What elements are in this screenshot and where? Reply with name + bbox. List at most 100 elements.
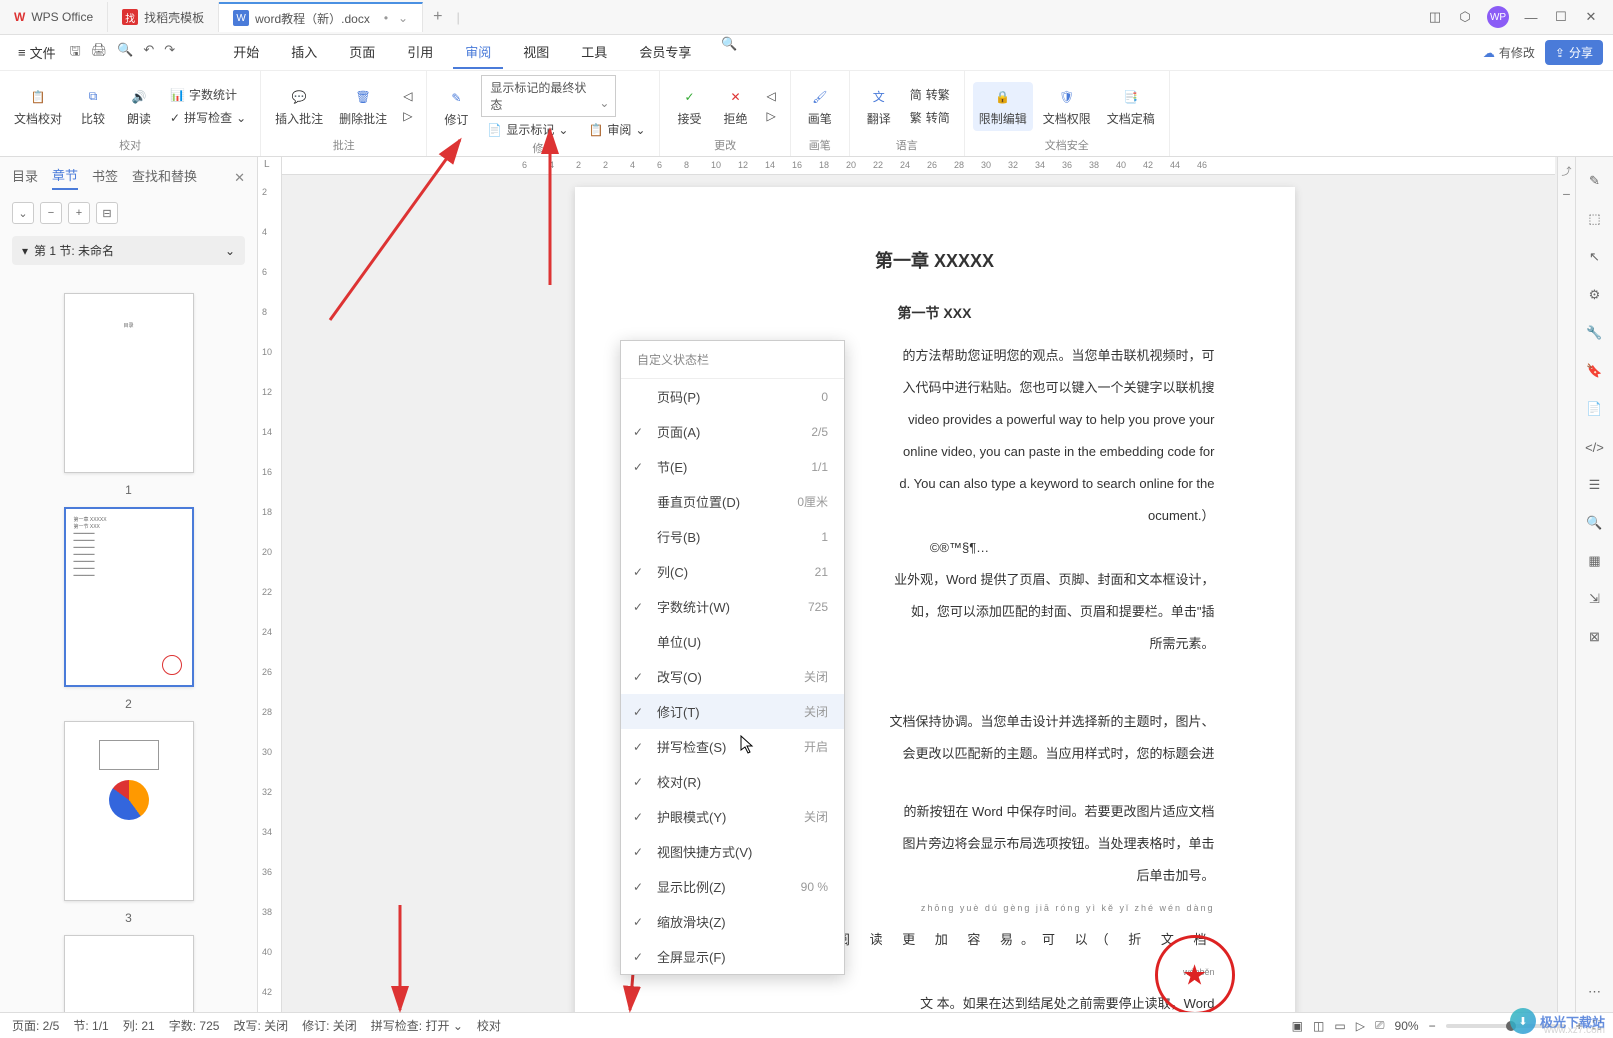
page-thumbnail[interactable]: 目录: [64, 293, 194, 473]
export-icon[interactable]: ⇲: [1585, 589, 1605, 609]
close-icon[interactable]: ⊠: [1585, 627, 1605, 647]
prev-change-button[interactable]: ◁: [760, 87, 781, 105]
status-spellcheck[interactable]: 拼写检查: 打开 ⌄: [371, 1017, 463, 1034]
review-pane-button[interactable]: 📋审阅⌄: [582, 119, 651, 140]
ink-button[interactable]: 🖌画笔: [799, 82, 841, 131]
context-item-9[interactable]: ✓修订(T)关闭: [621, 694, 844, 729]
tab-templates[interactable]: 找 找稻壳模板: [108, 2, 219, 32]
context-item-4[interactable]: 行号(B)1: [621, 519, 844, 554]
bookmark-icon[interactable]: 🔖: [1585, 361, 1605, 381]
maximize-icon[interactable]: ☐: [1553, 9, 1569, 25]
nav-tab-sections[interactable]: 章节: [52, 165, 78, 190]
next-change-button[interactable]: ▷: [760, 107, 781, 125]
context-item-7[interactable]: 单位(U): [621, 624, 844, 659]
tab-add-button[interactable]: +: [423, 8, 452, 26]
zoom-icon[interactable]: 🔍: [1585, 513, 1605, 533]
play-icon[interactable]: ▷: [1356, 1019, 1365, 1033]
share-button[interactable]: ⇪分享: [1545, 40, 1603, 65]
code-icon[interactable]: </>: [1585, 437, 1605, 457]
menu-tab-member[interactable]: 会员专享: [627, 36, 703, 69]
panel-tool-plus[interactable]: +: [68, 202, 90, 224]
edit-icon[interactable]: ✎: [1585, 171, 1605, 191]
window-layout-icon[interactable]: ◫: [1427, 9, 1443, 25]
menu-tab-tools[interactable]: 工具: [569, 36, 619, 69]
context-item-8[interactable]: ✓改写(O)关闭: [621, 659, 844, 694]
panel-close-icon[interactable]: ✕: [234, 170, 245, 186]
document-scroll[interactable]: 第一章 XXXXX 第一节 XXX 的方法帮助您证明您的观点。当您单击联机视频时…: [282, 157, 1557, 1012]
page-thumbnail[interactable]: [64, 935, 194, 1012]
context-item-0[interactable]: 页码(P)0: [621, 379, 844, 414]
page-thumbnail[interactable]: [64, 721, 194, 901]
user-avatar[interactable]: WP: [1487, 6, 1509, 28]
show-markup-button[interactable]: 📄显示标记⌄: [481, 119, 574, 140]
cursor-icon[interactable]: ↖: [1585, 247, 1605, 267]
tab-close-icon[interactable]: •: [384, 11, 388, 25]
insert-comment-button[interactable]: 💬插入批注: [269, 82, 329, 131]
context-item-14[interactable]: ✓显示比例(Z)90 %: [621, 869, 844, 904]
zoom-out-icon[interactable]: −: [1562, 186, 1570, 202]
close-window-icon[interactable]: ✕: [1583, 9, 1599, 25]
word-count-button[interactable]: 📊字数统计: [164, 84, 252, 105]
context-item-6[interactable]: ✓字数统计(W)725: [621, 589, 844, 624]
status-page[interactable]: 页面: 2/5: [12, 1017, 59, 1034]
to-simplified-button[interactable]: 繁转简: [904, 107, 956, 128]
status-column[interactable]: 列: 21: [123, 1017, 155, 1034]
next-comment-button[interactable]: ▷: [397, 107, 418, 125]
doc-permissions-button[interactable]: 🛡文档权限: [1037, 82, 1097, 131]
settings-icon[interactable]: ⚙: [1585, 285, 1605, 305]
file-icon[interactable]: 📄: [1585, 399, 1605, 419]
prev-comment-button[interactable]: ◁: [397, 87, 418, 105]
tab-document[interactable]: W word教程（新）.docx • ⌄: [219, 2, 423, 32]
view-mode-icon[interactable]: ▣: [1292, 1019, 1303, 1033]
compare-button[interactable]: ⧉比较: [72, 82, 114, 131]
select-icon[interactable]: ⬚: [1585, 209, 1605, 229]
zoom-out-button[interactable]: −: [1429, 1019, 1436, 1033]
thumbnail-list[interactable]: 目录 1 第一章 XXXXX第一节 XXX━━━━━━━━━━━━━━━━━━━…: [0, 273, 257, 1012]
doc-finalize-button[interactable]: 📑文档定稿: [1101, 82, 1161, 131]
context-item-10[interactable]: ✓拼写检查(S)开启: [621, 729, 844, 764]
to-traditional-button[interactable]: 简转繁: [904, 84, 956, 105]
list-icon[interactable]: ☰: [1585, 475, 1605, 495]
context-item-2[interactable]: ✓节(E)1/1: [621, 449, 844, 484]
display-mode-dropdown[interactable]: 显示标记的最终状态: [481, 75, 616, 117]
redo-icon[interactable]: ↷: [164, 42, 175, 64]
scroll-top-icon[interactable]: ⤴: [1562, 163, 1572, 178]
menu-tab-start[interactable]: 开始: [221, 36, 271, 69]
section-header[interactable]: ▾第 1 节: 未命名⌄: [12, 236, 245, 265]
tools-icon[interactable]: 🔧: [1585, 323, 1605, 343]
nav-tab-find[interactable]: 查找和替换: [132, 166, 197, 189]
status-overwrite[interactable]: 改写: 关闭: [233, 1017, 288, 1034]
apps-icon[interactable]: ▦: [1585, 551, 1605, 571]
cube-icon[interactable]: ⬡: [1457, 9, 1473, 25]
read-mode-icon[interactable]: ⎚: [1375, 1018, 1385, 1033]
menu-tab-reference[interactable]: 引用: [395, 36, 445, 69]
menu-tab-insert[interactable]: 插入: [279, 36, 329, 69]
track-changes-button[interactable]: ✎修订: [435, 83, 477, 132]
minimize-icon[interactable]: —: [1523, 9, 1539, 25]
nav-tab-toc[interactable]: 目录: [12, 166, 38, 189]
panel-tool-minus[interactable]: −: [40, 202, 62, 224]
reject-button[interactable]: ✕拒绝: [714, 82, 756, 131]
status-proof[interactable]: 校对: [477, 1017, 501, 1034]
delete-comment-button[interactable]: 🗑删除批注: [333, 82, 393, 131]
accept-button[interactable]: ✓接受: [668, 82, 710, 131]
tab-more-icon[interactable]: ⌄: [398, 11, 408, 25]
save-icon[interactable]: 🖫: [70, 42, 81, 64]
context-item-1[interactable]: ✓页面(A)2/5: [621, 414, 844, 449]
status-section[interactable]: 节: 1/1: [73, 1017, 108, 1034]
doc-proof-button[interactable]: 📋文档校对: [8, 82, 68, 131]
print-icon[interactable]: 🖨: [91, 42, 108, 64]
context-item-13[interactable]: ✓视图快捷方式(V): [621, 834, 844, 869]
zoom-value[interactable]: 90%: [1395, 1019, 1419, 1033]
unsaved-indicator[interactable]: ☁有修改: [1483, 44, 1535, 61]
context-item-3[interactable]: 垂直页位置(D)0厘米: [621, 484, 844, 519]
panel-tool-down[interactable]: ⌄: [12, 202, 34, 224]
view-mode-icon[interactable]: ◫: [1313, 1019, 1324, 1033]
translate-button[interactable]: 文翻译: [858, 82, 900, 131]
file-menu-button[interactable]: ≡ 文件: [10, 39, 64, 66]
preview-icon[interactable]: 🔍: [117, 42, 133, 64]
panel-tool-split[interactable]: ⊟: [96, 202, 118, 224]
context-item-15[interactable]: ✓缩放滑块(Z): [621, 904, 844, 939]
read-aloud-button[interactable]: 🔊朗读: [118, 82, 160, 131]
context-item-11[interactable]: ✓校对(R): [621, 764, 844, 799]
